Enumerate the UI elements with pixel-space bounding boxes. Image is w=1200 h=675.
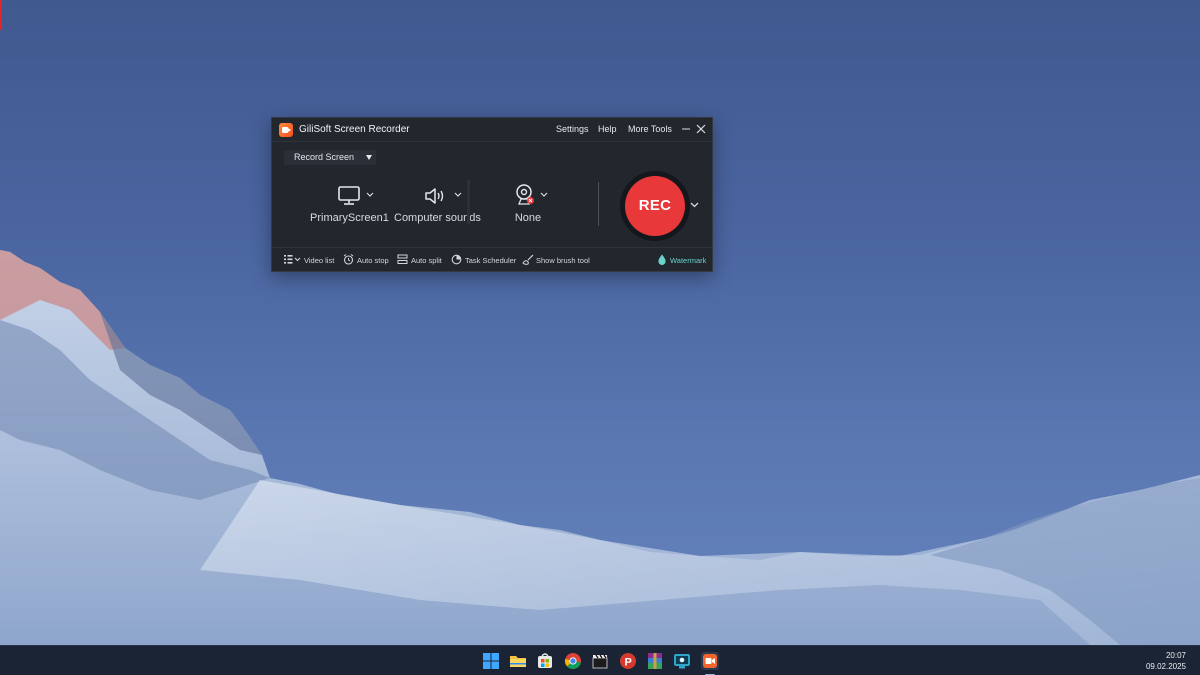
help-menu[interactable]: Help [598, 124, 617, 134]
title-bar[interactable]: GiliSoft Screen Recorder Settings Help M… [272, 118, 712, 142]
screen-source-label: PrimaryScreen1 [310, 212, 389, 224]
bottom-toolbar: Video list Auto stop Auto split Task Sch… [272, 247, 712, 273]
show-brush-tool-label: Show brush tool [536, 256, 590, 265]
webcam-icon [516, 184, 534, 205]
close-button[interactable] [694, 121, 708, 137]
winrar-icon[interactable] [646, 652, 664, 670]
windows-start-icon[interactable] [482, 652, 500, 670]
recorder-window: GiliSoft Screen Recorder Settings Help M… [271, 117, 713, 272]
speaker-icon [425, 188, 444, 204]
gilisoft-recorder-icon[interactable] [701, 652, 719, 670]
more-tools-menu[interactable]: More Tools [628, 124, 672, 134]
close-icon [696, 124, 706, 134]
audio-source-label: Computer sounds [394, 212, 481, 224]
record-mode-value: Record Screen [294, 152, 355, 162]
divider [598, 182, 599, 226]
settings-menu[interactable]: Settings [556, 124, 589, 134]
task-scheduler-label: Task Scheduler [465, 256, 517, 265]
list-icon [284, 255, 301, 264]
rec-button[interactable]: REC [625, 176, 685, 236]
auto-split-label: Auto split [411, 256, 442, 265]
p-app-icon[interactable]: P [619, 652, 637, 670]
minimize-icon [682, 128, 690, 130]
video-list-label: Video list [304, 256, 335, 265]
chevron-down-icon[interactable] [366, 192, 374, 198]
chevron-down-icon[interactable] [540, 192, 548, 198]
screen-edge-marker [0, 0, 2, 30]
watermark-label: Watermark [670, 256, 707, 265]
app-logo-icon [279, 123, 293, 137]
brush-icon [522, 254, 534, 265]
caret-down-icon [366, 155, 372, 160]
chrome-icon[interactable] [564, 652, 582, 670]
alarm-clock-icon [343, 254, 354, 265]
record-mode-dropdown[interactable]: Record Screen [284, 150, 376, 165]
app-title: GiliSoft Screen Recorder [299, 124, 410, 135]
scheduler-clock-icon [451, 254, 462, 265]
clock-date[interactable]: 09.02.2025 [1146, 662, 1186, 671]
rec-options-chevron-icon[interactable] [690, 202, 699, 208]
monitor-icon [338, 186, 360, 205]
minimize-button[interactable] [679, 121, 693, 137]
audio-level-bar [467, 180, 470, 224]
desktop-wallpaper [0, 250, 1200, 645]
split-icon [397, 254, 408, 264]
water-drop-icon [658, 254, 666, 265]
clapperboard-icon[interactable] [591, 652, 609, 670]
svg-text:P: P [625, 657, 632, 669]
chevron-down-icon[interactable] [454, 192, 462, 198]
screen-app-icon[interactable] [673, 652, 691, 670]
clock-time[interactable]: 20:07 [1166, 651, 1186, 660]
webcam-source-label: None [514, 212, 542, 224]
file-explorer-icon[interactable] [509, 652, 527, 670]
taskbar: P 20:07 09.02.2025 [0, 645, 1200, 675]
microsoft-store-icon[interactable] [536, 652, 554, 670]
auto-stop-label: Auto stop [357, 256, 389, 265]
